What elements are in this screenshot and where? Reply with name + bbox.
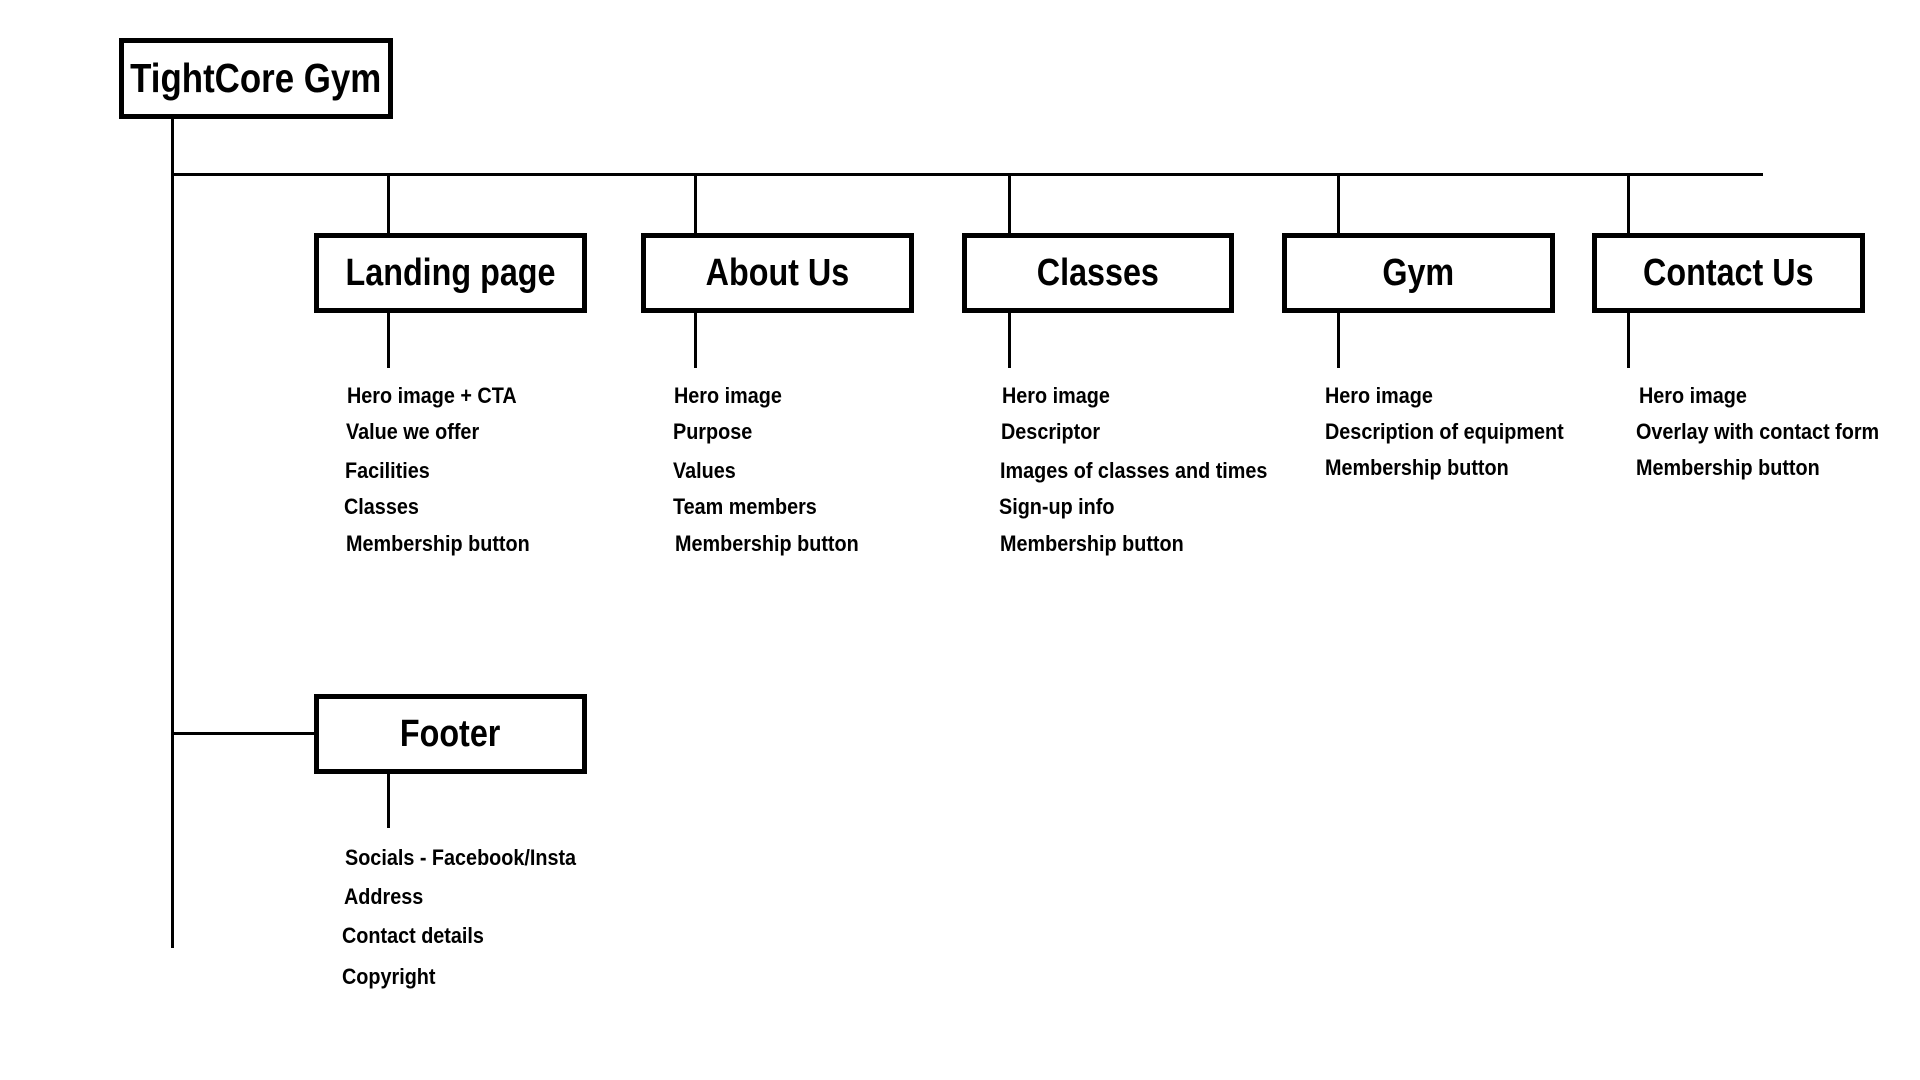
list-item: Contact details	[342, 923, 484, 948]
landing-connector-top	[387, 173, 390, 235]
page-node-label: Landing page	[345, 252, 556, 294]
landing-connector-bottom	[387, 312, 390, 368]
list-item: Facilities	[345, 458, 430, 483]
list-item: Hero image + CTA	[347, 383, 517, 408]
list-item: Membership button	[1325, 455, 1509, 480]
classes-connector-bottom	[1008, 312, 1011, 368]
page-node-label: Contact Us	[1643, 252, 1814, 294]
gym-connector-bottom	[1337, 312, 1340, 368]
page-node-label: Gym	[1382, 252, 1455, 294]
page-node-label: Classes	[1036, 252, 1160, 294]
list-item: Overlay with contact form	[1636, 419, 1880, 444]
list-item: Values	[673, 458, 736, 483]
page-node-about-us: About Us	[641, 233, 914, 313]
list-item: Membership button	[675, 531, 859, 556]
list-item: Membership button	[1000, 531, 1184, 556]
page-node-gym: Gym	[1282, 233, 1555, 313]
list-item: Copyright	[342, 964, 436, 989]
list-item: Membership button	[1636, 455, 1820, 480]
list-item: Hero image	[674, 383, 782, 408]
list-item: Socials - Facebook/Insta	[345, 845, 577, 870]
contact-connector-bottom	[1627, 312, 1630, 368]
page-node-contact-us: Contact Us	[1592, 233, 1865, 313]
footer-connector-left	[171, 732, 316, 735]
footer-node-label: Footer	[400, 713, 501, 755]
footer-connector-bottom	[387, 772, 390, 828]
list-item: Hero image	[1325, 383, 1433, 408]
root-node: TightCore Gym	[119, 38, 393, 119]
footer-node: Footer	[314, 694, 587, 774]
list-item: Sign-up info	[999, 494, 1115, 519]
contact-connector-top	[1627, 173, 1630, 235]
list-item: Images of classes and times	[1000, 458, 1268, 483]
list-item: Address	[344, 884, 424, 909]
list-item: Value we offer	[346, 419, 480, 444]
list-item: Membership button	[346, 531, 530, 556]
list-item: Classes	[344, 494, 419, 519]
page-node-label: About Us	[705, 252, 850, 294]
pages-bus-line	[171, 173, 1763, 176]
list-item: Hero image	[1002, 383, 1110, 408]
root-trunk-line	[171, 118, 174, 948]
list-item: Hero image	[1639, 383, 1747, 408]
classes-connector-top	[1008, 173, 1011, 235]
gym-connector-top	[1337, 173, 1340, 235]
page-node-classes: Classes	[962, 233, 1234, 313]
list-item: Descriptor	[1001, 419, 1101, 444]
about-connector-bottom	[694, 312, 697, 368]
list-item: Purpose	[673, 419, 753, 444]
root-node-label: TightCore Gym	[130, 55, 382, 101]
list-item: Description of equipment	[1325, 419, 1564, 444]
list-item: Team members	[673, 494, 817, 519]
page-node-landing: Landing page	[314, 233, 587, 313]
about-connector-top	[694, 173, 697, 235]
